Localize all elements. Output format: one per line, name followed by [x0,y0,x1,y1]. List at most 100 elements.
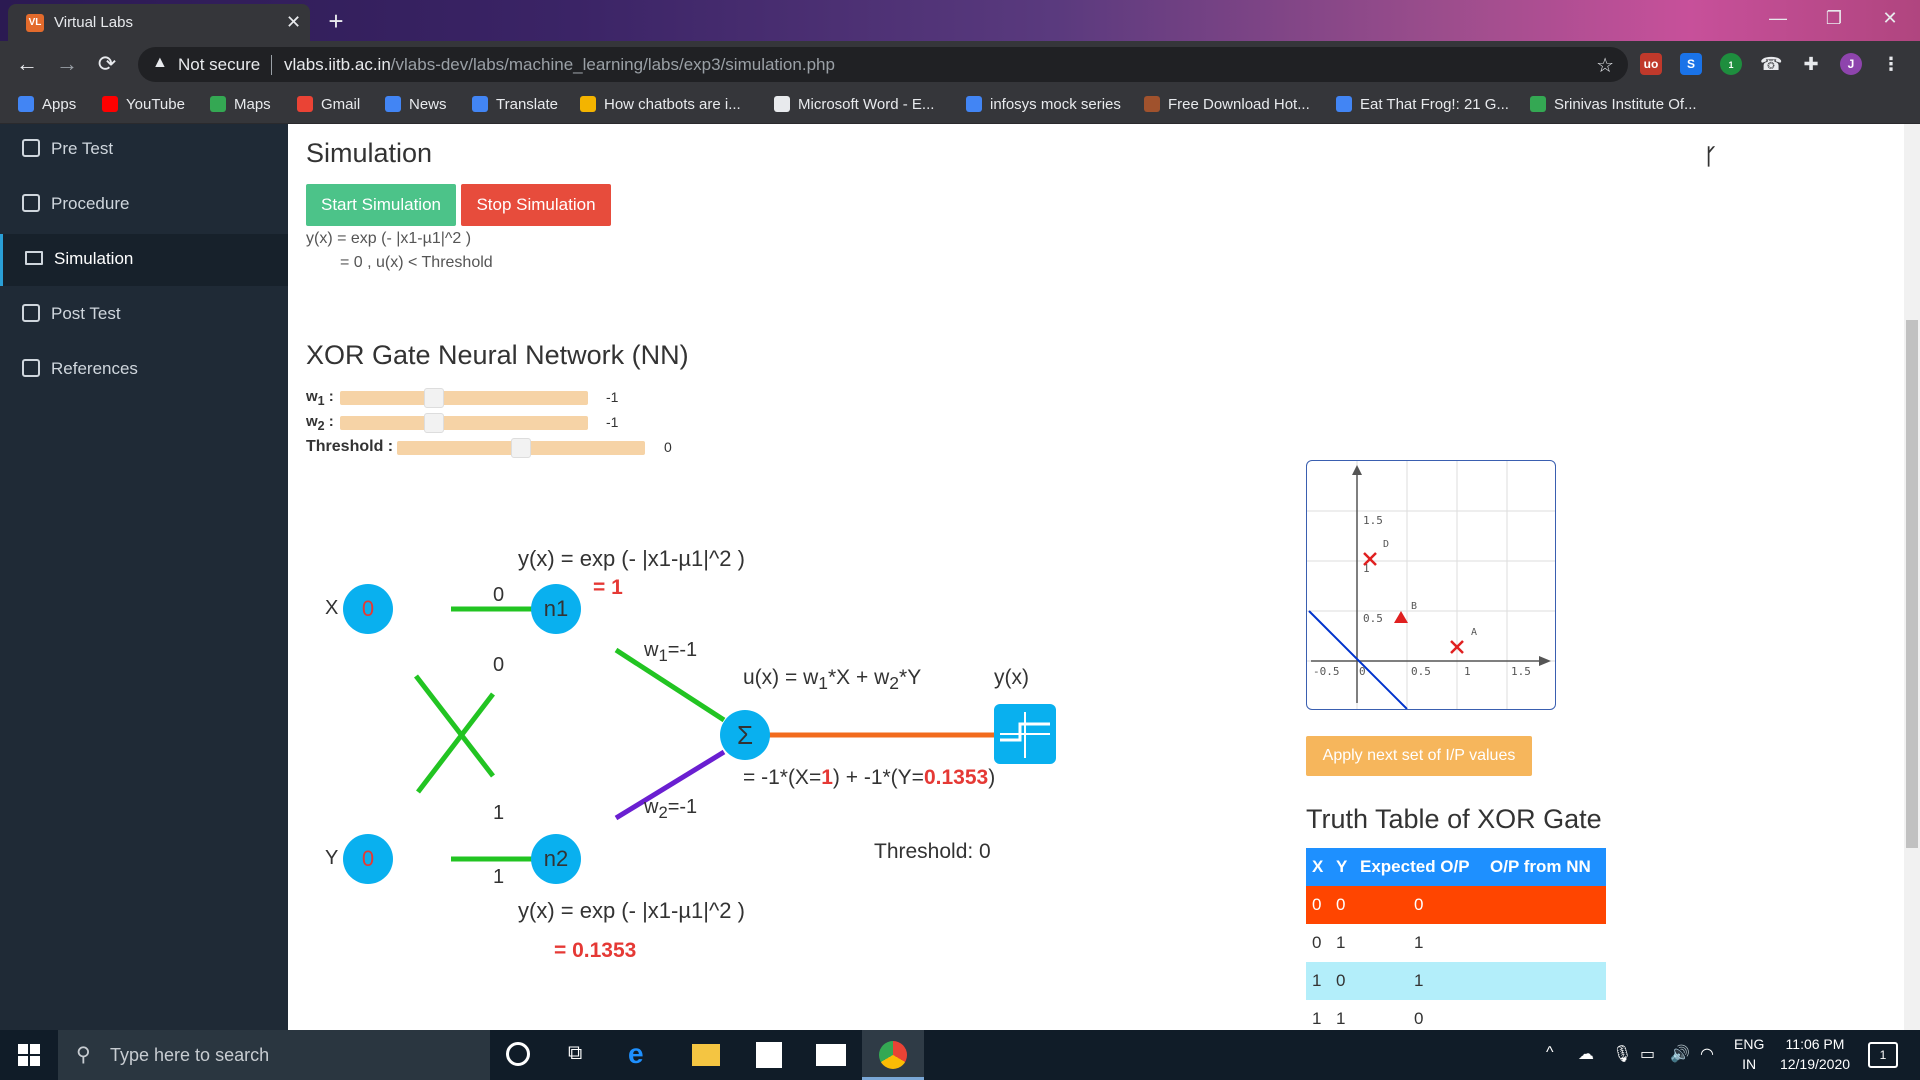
w1-edge-val: =-1 [667,639,698,661]
truth-table: X Y Expected O/P O/P from NN 0 0 0 0 1 1… [1306,848,1606,1038]
extensions-puzzle-icon[interactable]: ✚ [1800,53,1822,75]
notifications-icon[interactable]: 1 [1868,1042,1898,1068]
sidebar-item-simulation[interactable]: Simulation [0,234,288,286]
bookmark-free-download[interactable]: Free Download Hot... [1144,96,1310,113]
w2-edge-sub: 2 [658,803,668,822]
new-tab-button[interactable]: + [320,6,352,36]
table-cell: 1 [1336,933,1346,952]
bookmark-word[interactable]: Microsoft Word - E... [774,96,934,113]
ublock-icon[interactable]: uo [1640,53,1662,75]
bookmark-chatbots[interactable]: How chatbots are i... [580,96,741,113]
youtube-icon [102,96,118,112]
profile-avatar[interactable]: J [1840,53,1862,75]
bookmark-infosys[interactable]: infosys mock series [966,96,1121,113]
microphone-icon[interactable]: 🎙 [1612,1044,1632,1064]
bookmark-label: infosys mock series [990,96,1121,113]
tick-x-1: 1 [1464,665,1471,678]
tray-overflow-icon[interactable]: ^ [1546,1044,1554,1062]
x-n1-edge-value: 0 [493,584,505,606]
battery-icon[interactable]: ▭ [1640,1044,1655,1064]
tab-close-icon[interactable]: ✕ [286,12,301,33]
minimize-button[interactable]: — [1758,8,1798,29]
restore-button[interactable]: ❐ [1814,8,1854,29]
n1-result: = 1 [593,576,623,599]
bookmark-apps[interactable]: Apps [18,96,76,113]
language-indicator[interactable]: ENG IN [1734,1036,1764,1072]
bookmark-news[interactable]: News [385,96,447,113]
table-cell: 0 [1414,895,1424,914]
scrollbar-thumb[interactable] [1906,320,1918,848]
mail-icon[interactable] [816,1044,846,1066]
taskbar-search-box[interactable]: ⚲ Type here to search [58,1030,490,1080]
store-icon[interactable] [756,1042,782,1068]
copy-icon [22,139,40,157]
chrome-taskbar-button[interactable] [862,1030,924,1080]
map-pin-icon [1530,96,1546,112]
cross-bottom-value: 1 [493,802,505,824]
point-label-b: B [1411,601,1417,612]
threshold-text: Threshold: 0 [874,840,991,863]
step-glyph [1000,712,1050,758]
header-expected: Expected O/P [1354,848,1484,886]
chrome-icon [879,1041,907,1069]
sidebar-item-references[interactable]: References [0,344,288,396]
windows-taskbar: ⚲ Type here to search ⧉ e ^ ☁ 🎙 ▭ 🔊 ◠ EN… [0,1030,1920,1080]
task-view-icon[interactable]: ⧉ [568,1042,582,1065]
page-scrollbar[interactable] [1904,124,1920,1030]
sidebar-item-procedure[interactable]: Procedure [0,179,288,231]
calc-c: ) [988,766,996,789]
translate-icon [472,96,488,112]
table-cell: 0 [1336,895,1346,914]
point-label-d: D [1383,539,1389,550]
cross-edge-a [414,674,495,778]
truth-table-title: Truth Table of XOR Gate [1306,804,1602,834]
truth-table-header: X Y Expected O/P O/P from NN [1306,848,1606,886]
copy-icon [22,359,40,377]
sidebar-item-post-test[interactable]: Post Test [0,289,288,341]
ux-a: u(x) = w [743,666,819,689]
forward-arrow-icon[interactable]: → [52,51,82,77]
table-row: 1 0 1 [1306,962,1606,1000]
main-content: Simulation ᚴ Start Simulation Stop Simul… [288,124,1904,1030]
clock[interactable]: 11:06 PM 12/19/2020 [1774,1036,1856,1072]
menu-kebab-icon[interactable]: ⋮ [1880,53,1902,75]
apply-next-inputs-button[interactable]: Apply next set of I/P values [1306,736,1532,776]
grammarly-icon[interactable]: 1 [1720,53,1742,75]
bookmark-star-icon[interactable]: ☆ [1596,53,1614,78]
bookmark-translate[interactable]: Translate [472,96,558,113]
back-arrow-icon[interactable]: ← [12,51,42,77]
reload-icon[interactable]: ⟳ [92,51,122,77]
wifi-icon[interactable]: ◠ [1700,1044,1714,1064]
volume-icon[interactable]: 🔊 [1670,1044,1690,1064]
bookmark-srinivas[interactable]: Srinivas Institute Of... [1530,96,1697,113]
ux-formula: u(x) = w1*X + w2*Y [743,666,921,694]
x-axis-arrow [1539,656,1551,666]
w2-edge-label: w2=-1 [644,796,697,823]
tick-x-neg0.5: -0.5 [1313,665,1340,678]
onedrive-icon[interactable]: ☁ [1578,1044,1594,1064]
browser-tab[interactable]: VL Virtual Labs ✕ [8,4,310,41]
phone-extension-icon[interactable]: ☎ [1760,53,1782,75]
bookmark-eat-that-frog[interactable]: Eat That Frog!: 21 G... [1336,96,1509,113]
sidebar-item-label: Simulation [54,249,134,268]
cortana-icon[interactable] [506,1042,530,1066]
apps-grid-icon [18,96,34,112]
lang-line-2: IN [1742,1056,1757,1072]
s-extension-icon[interactable]: S [1680,53,1702,75]
bookmark-youtube[interactable]: YouTube [102,96,185,113]
file-explorer-icon[interactable] [692,1044,720,1066]
windows-start-icon[interactable] [18,1044,40,1066]
not-secure-label[interactable]: Not secure [178,55,260,75]
table-row: 0 1 1 [1306,924,1606,962]
close-window-button[interactable]: ✕ [1870,8,1910,29]
omnibox[interactable]: ▲ Not secure vlabs.iitb.ac.in/vlabs-dev/… [138,47,1628,82]
bookmark-maps[interactable]: Maps [210,96,271,113]
edge-browser-icon[interactable]: e [628,1038,644,1070]
bookmark-label: Translate [496,96,558,113]
ux-s2: 2 [889,673,900,694]
url-path: /vlabs-dev/labs/machine_learning/labs/ex… [390,55,835,74]
url-text[interactable]: vlabs.iitb.ac.in/vlabs-dev/labs/machine_… [284,55,835,75]
bookmark-gmail[interactable]: Gmail [297,96,360,113]
summation-node: Σ [720,710,770,760]
sidebar-item-pre-test[interactable]: Pre Test [0,124,288,176]
